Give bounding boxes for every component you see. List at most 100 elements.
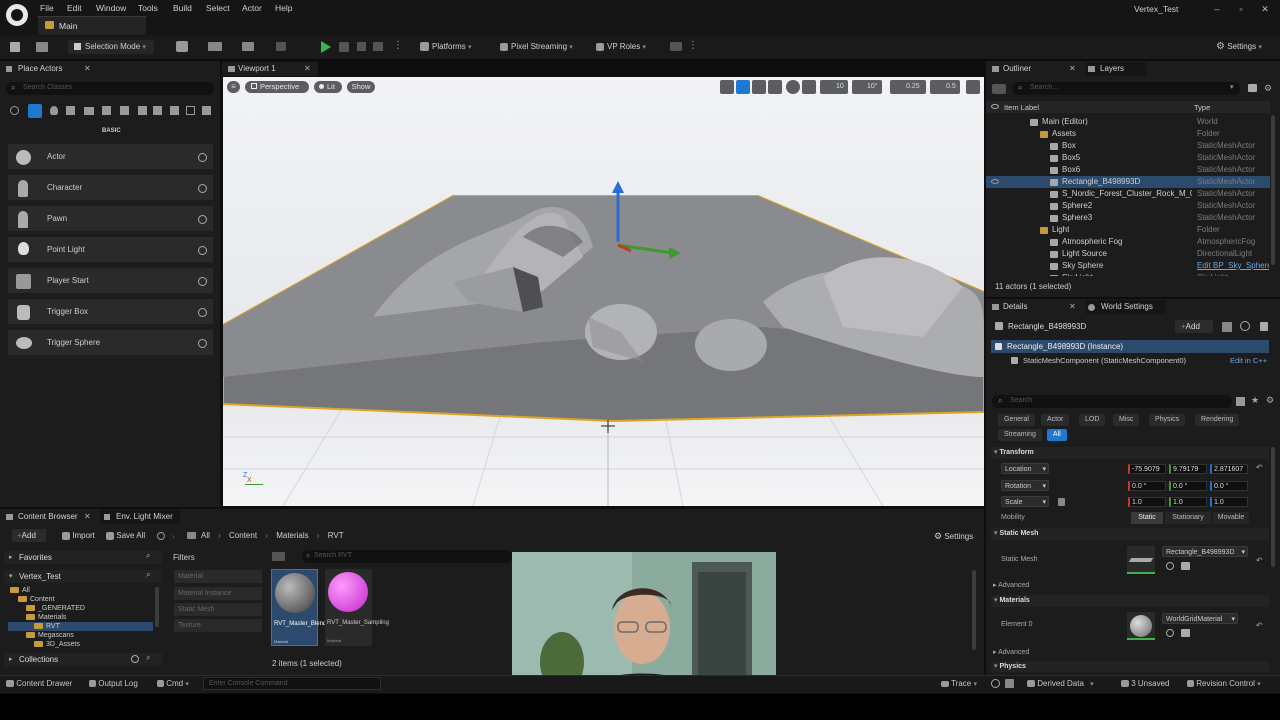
details-scrollbar[interactable] xyxy=(1271,447,1275,567)
cinematic-icon[interactable] xyxy=(84,107,94,115)
outliner-row[interactable]: Assets Folder xyxy=(986,128,1270,140)
env-light-mixer-tab[interactable]: Env. Light Mixer xyxy=(100,510,180,524)
category-general[interactable]: General xyxy=(998,414,1035,426)
viewport-3d[interactable]: Z X xyxy=(223,77,984,506)
maximize-icon[interactable]: ▫ xyxy=(1234,4,1248,14)
menu-window[interactable]: Window xyxy=(96,2,126,14)
location-y-field[interactable]: 9.79179 xyxy=(1169,464,1207,474)
show-button[interactable]: Show xyxy=(347,81,375,93)
outliner-row[interactable]: S_Nordic_Forest_Cluster_Rock_M_02_xf2o St… xyxy=(986,188,1270,200)
asset-tile[interactable]: RVT_Master_Sampling Material xyxy=(325,569,389,646)
import-button[interactable]: Import xyxy=(62,529,95,543)
outliner-row[interactable]: Sphere2 StaticMeshActor xyxy=(986,200,1270,212)
more-options-icon[interactable]: ⋮ xyxy=(393,40,403,51)
info-icon[interactable] xyxy=(198,308,207,317)
build-icon[interactable] xyxy=(276,42,286,51)
browse-asset-icon[interactable] xyxy=(1181,562,1190,570)
outliner-filter-icon[interactable] xyxy=(992,84,1006,94)
static-mesh-section[interactable]: ▾ Static Mesh xyxy=(991,528,1269,540)
vp-roles-button[interactable]: VP Roles ▾ xyxy=(596,40,646,54)
category-streaming[interactable]: Streaming xyxy=(998,429,1042,441)
visual-effects-icon[interactable] xyxy=(102,106,111,115)
category-rendering[interactable]: Rendering xyxy=(1195,414,1240,426)
basic-category-icon[interactable] xyxy=(28,104,42,118)
details-settings-icon[interactable]: ⚙ xyxy=(1266,395,1274,406)
location-z-field[interactable]: 2.871607 xyxy=(1210,464,1248,474)
tree-generated[interactable]: _GENERATED xyxy=(8,604,153,613)
surface-snap-icon[interactable] xyxy=(802,80,816,94)
edit-cpp-link[interactable]: Edit in C++ xyxy=(1230,356,1267,365)
advanced-materials-toggle[interactable]: ▸ Advanced xyxy=(993,648,1029,656)
outliner-search-input[interactable]: ⌕ Search... ▾ xyxy=(1012,82,1240,95)
outliner-row[interactable]: Sphere3 StaticMeshActor xyxy=(986,212,1270,224)
advanced-toggle[interactable]: ▸ Advanced xyxy=(993,581,1029,589)
console-input[interactable]: Enter Console Command xyxy=(203,677,381,690)
shapes-icon[interactable] xyxy=(66,106,75,115)
tab-main[interactable]: Main xyxy=(38,16,146,35)
info-icon[interactable] xyxy=(198,339,207,348)
visibility-eye-icon[interactable] xyxy=(991,179,999,184)
skip-icon[interactable] xyxy=(339,42,349,52)
extra-icon[interactable] xyxy=(202,106,211,115)
outliner-scrollbar[interactable] xyxy=(1271,115,1275,265)
help-icon[interactable] xyxy=(1240,321,1250,331)
outliner-row[interactable]: Sky Sphere Edit BP_Sky_Sphere xyxy=(986,260,1270,272)
world-space-icon[interactable] xyxy=(786,80,800,94)
screenshot-icon[interactable] xyxy=(1005,679,1014,688)
property-matrix-icon[interactable] xyxy=(1236,397,1245,406)
rotation-y-field[interactable]: 0.0 ° xyxy=(1169,481,1207,491)
instance-row[interactable]: Rectangle_B498993D (Instance) xyxy=(991,340,1269,353)
layers-tab[interactable]: Layers xyxy=(1086,62,1146,76)
unsaved-button[interactable]: 3 Unsaved xyxy=(1121,679,1169,689)
lock-icon[interactable] xyxy=(1260,322,1268,331)
content-drawer-button[interactable]: Content Drawer xyxy=(6,679,72,689)
filter-material[interactable]: Material xyxy=(174,570,262,583)
add-component-button[interactable]: +Add xyxy=(1175,320,1213,333)
cinematics-icon[interactable] xyxy=(242,42,254,51)
mobility-static[interactable]: Static xyxy=(1131,512,1163,524)
close-tab-icon[interactable]: ✕ xyxy=(304,62,311,76)
menu-help[interactable]: Help xyxy=(275,2,292,14)
blueprint-icon[interactable] xyxy=(208,42,222,51)
rotation-z-field[interactable]: 0.0 ° xyxy=(1210,481,1248,491)
search-icon[interactable]: ⌕ xyxy=(146,551,150,561)
breadcrumb-content[interactable]: Content xyxy=(229,531,257,540)
filter-texture[interactable]: Texture xyxy=(174,619,262,632)
browse-icon[interactable] xyxy=(36,42,48,52)
translate-tool-icon[interactable] xyxy=(736,80,750,94)
filter-material-instance[interactable]: Material Instance xyxy=(174,587,262,600)
folder-nav-icon[interactable] xyxy=(187,532,196,539)
save-icon[interactable] xyxy=(10,42,20,52)
location-dropdown[interactable]: Location ▾ xyxy=(1001,463,1049,474)
mobility-stationary[interactable]: Stationary xyxy=(1165,512,1211,524)
viewport-layout-icon[interactable] xyxy=(966,80,980,94)
info-icon[interactable] xyxy=(198,277,207,286)
search-classes-input[interactable]: ⌕ Search Classes xyxy=(6,82,214,95)
tree-materials[interactable]: Materials xyxy=(8,613,153,622)
geometry-icon[interactable] xyxy=(120,106,129,115)
outliner-row[interactable]: Light Source DirectionalLight xyxy=(986,248,1270,260)
rotate-tool-icon[interactable] xyxy=(752,80,766,94)
tree-scrollbar[interactable] xyxy=(155,587,159,627)
pixel-streaming-button[interactable]: Pixel Streaming ▾ xyxy=(500,40,573,54)
filter-static-mesh[interactable]: Static Mesh xyxy=(174,603,262,616)
layout-icon[interactable] xyxy=(670,42,682,51)
cmd-button[interactable]: Cmd ▾ xyxy=(157,679,189,689)
tree-rvt[interactable]: RVT xyxy=(8,622,153,631)
breadcrumb-materials[interactable]: Materials xyxy=(276,531,308,540)
scale-snap-button[interactable]: 0.25 xyxy=(890,80,926,94)
close-tab-icon[interactable]: ✕ xyxy=(84,62,91,76)
lock-scale-icon[interactable] xyxy=(1058,498,1065,506)
outliner-row[interactable]: Box StaticMeshActor xyxy=(986,140,1270,152)
outliner-row[interactable]: Rectangle_B498993D StaticMeshActor xyxy=(986,176,1270,188)
mobility-movable[interactable]: Movable xyxy=(1213,512,1249,524)
more-classes-icon[interactable] xyxy=(170,106,179,115)
close-window-icon[interactable]: ✕ xyxy=(1258,4,1272,14)
col-type[interactable]: Type xyxy=(1194,103,1210,112)
minimize-icon[interactable]: – xyxy=(1210,4,1224,14)
lit-button[interactable]: Lit xyxy=(314,81,342,93)
category-all[interactable]: All xyxy=(1047,429,1067,441)
physics-section[interactable]: ▾ Physics xyxy=(991,662,1269,672)
menu-select[interactable]: Select xyxy=(206,2,230,14)
favorites-header[interactable]: ▸ Favorites ⌕ xyxy=(4,551,162,564)
